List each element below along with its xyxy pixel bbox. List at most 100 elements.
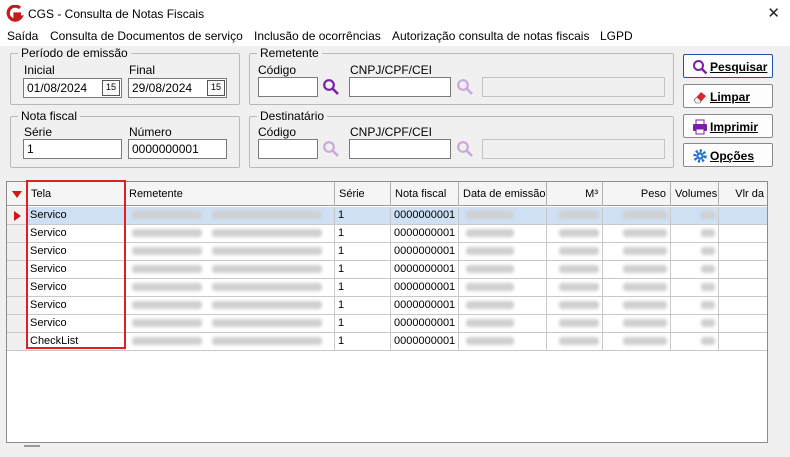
redacted-cell (547, 333, 603, 351)
table-row[interactable]: Servico 1 0000000001 (7, 315, 767, 333)
redacted-cell (459, 279, 547, 297)
col-vlr[interactable]: Vlr da (719, 182, 767, 206)
opcoes-button[interactable]: Opções (683, 143, 773, 167)
serie-input[interactable]: 1 (23, 139, 122, 159)
scrollbar-grip[interactable] (24, 445, 40, 447)
periodo-legend: Período de emissão (21, 46, 128, 60)
redacted-value (466, 319, 514, 328)
redacted-cell (603, 279, 671, 297)
destinatario-cnpj-input[interactable] (349, 139, 451, 159)
menu-lgpd[interactable]: LGPD (600, 29, 633, 43)
redacted-value (212, 319, 322, 328)
sort-indicator-cell[interactable] (7, 182, 27, 206)
redacted-cell (459, 243, 547, 261)
redacted-value (623, 283, 667, 292)
redacted-cell (459, 315, 547, 333)
limpar-button[interactable]: Limpar (683, 84, 773, 108)
nota-fiscal-legend: Nota fiscal (21, 109, 78, 123)
cell-serie: 1 (335, 297, 391, 315)
col-serie[interactable]: Série (335, 182, 391, 206)
redacted-value (559, 211, 599, 220)
redacted-cell (671, 333, 719, 351)
row-indicator (7, 315, 27, 333)
cell-tela: Servico (27, 243, 125, 261)
redacted-value (623, 337, 667, 346)
current-row-icon (14, 211, 21, 221)
redacted-value (212, 229, 322, 238)
redacted-value (559, 319, 599, 328)
pesquisar-button[interactable]: Pesquisar (683, 54, 773, 78)
destinatario-codigo-input[interactable] (258, 139, 318, 159)
results-grid[interactable]: Tela Remetente Série Nota fiscal Data de… (6, 181, 768, 443)
col-tela[interactable]: Tela (27, 182, 125, 206)
destinatario-cnpj-search-icon[interactable] (456, 140, 474, 158)
window-title: CGS - Consulta de Notas Fiscais (28, 7, 205, 21)
col-data-emissao[interactable]: Data de emissão (459, 182, 547, 206)
remetente-search-icon[interactable] (322, 78, 340, 96)
remetente-codigo-input[interactable] (258, 77, 318, 97)
redacted-value (623, 247, 667, 256)
redacted-cell (603, 207, 671, 225)
numero-input[interactable]: 0000000001 (128, 139, 227, 159)
redacted-value (623, 265, 667, 274)
redacted-cell (125, 207, 335, 225)
table-row[interactable]: Servico 1 0000000001 (7, 225, 767, 243)
redacted-value (623, 319, 667, 328)
redacted-cell (459, 261, 547, 279)
redacted-value (132, 247, 202, 256)
row-indicator (7, 297, 27, 315)
redacted-value (466, 211, 514, 220)
redacted-cell (671, 279, 719, 297)
destinatario-cnpj-label: CNPJ/CPF/CEI (350, 125, 433, 139)
destinatario-legend: Destinatário (260, 109, 325, 123)
menu-autorizacao-consulta[interactable]: Autorização consulta de notas fiscais (392, 29, 589, 43)
redacted-cell (125, 243, 335, 261)
cell-nota: 0000000001 (391, 333, 459, 351)
redacted-value (701, 301, 715, 310)
table-row[interactable]: Servico 1 0000000001 (7, 297, 767, 315)
table-row[interactable]: CheckList 1 0000000001 (7, 333, 767, 351)
col-nota-fiscal[interactable]: Nota fiscal (391, 182, 459, 206)
table-row[interactable]: Servico 1 0000000001 (7, 279, 767, 297)
cell-serie: 1 (335, 315, 391, 333)
redacted-cell (125, 333, 335, 351)
col-m3[interactable]: M³ (547, 182, 603, 206)
redacted-cell (547, 279, 603, 297)
table-row[interactable]: Servico 1 0000000001 (7, 243, 767, 261)
redacted-value (559, 229, 599, 238)
menu-saida[interactable]: Saída (7, 29, 38, 43)
app-logo-icon (6, 5, 24, 22)
close-icon[interactable]: ✕ (767, 4, 780, 22)
redacted-cell (671, 207, 719, 225)
redacted-cell (547, 315, 603, 333)
redacted-value (132, 229, 202, 238)
imprimir-button[interactable]: Imprimir (683, 114, 773, 138)
table-row[interactable]: Servico 1 0000000001 (7, 207, 767, 225)
redacted-value (466, 229, 514, 238)
redacted-value (212, 211, 322, 220)
calendar-inicial-icon[interactable]: 15 (102, 80, 120, 96)
col-peso[interactable]: Peso (603, 182, 671, 206)
empty-cell (719, 297, 767, 315)
cell-serie: 1 (335, 279, 391, 297)
destinatario-search-icon[interactable] (322, 140, 340, 158)
menu-consulta-documentos[interactable]: Consulta de Documentos de serviço (50, 29, 243, 43)
remetente-cnpj-search-icon[interactable] (456, 78, 474, 96)
redacted-cell (671, 225, 719, 243)
remetente-nome-field (482, 77, 665, 97)
redacted-value (559, 337, 599, 346)
table-row[interactable]: Servico 1 0000000001 (7, 261, 767, 279)
cell-nota: 0000000001 (391, 207, 459, 225)
col-remetente[interactable]: Remetente (125, 182, 335, 206)
redacted-value (623, 211, 667, 220)
destinatario-nome-field (482, 139, 665, 159)
menu-inclusao-ocorrencias[interactable]: Inclusão de ocorrências (254, 29, 381, 43)
col-volumes[interactable]: Volumes (671, 182, 719, 206)
redacted-value (212, 265, 322, 274)
redacted-value (132, 283, 202, 292)
calendar-final-icon[interactable]: 15 (207, 80, 225, 96)
redacted-value (701, 211, 715, 220)
row-indicator (7, 207, 27, 225)
redacted-value (212, 247, 322, 256)
remetente-cnpj-input[interactable] (349, 77, 451, 97)
